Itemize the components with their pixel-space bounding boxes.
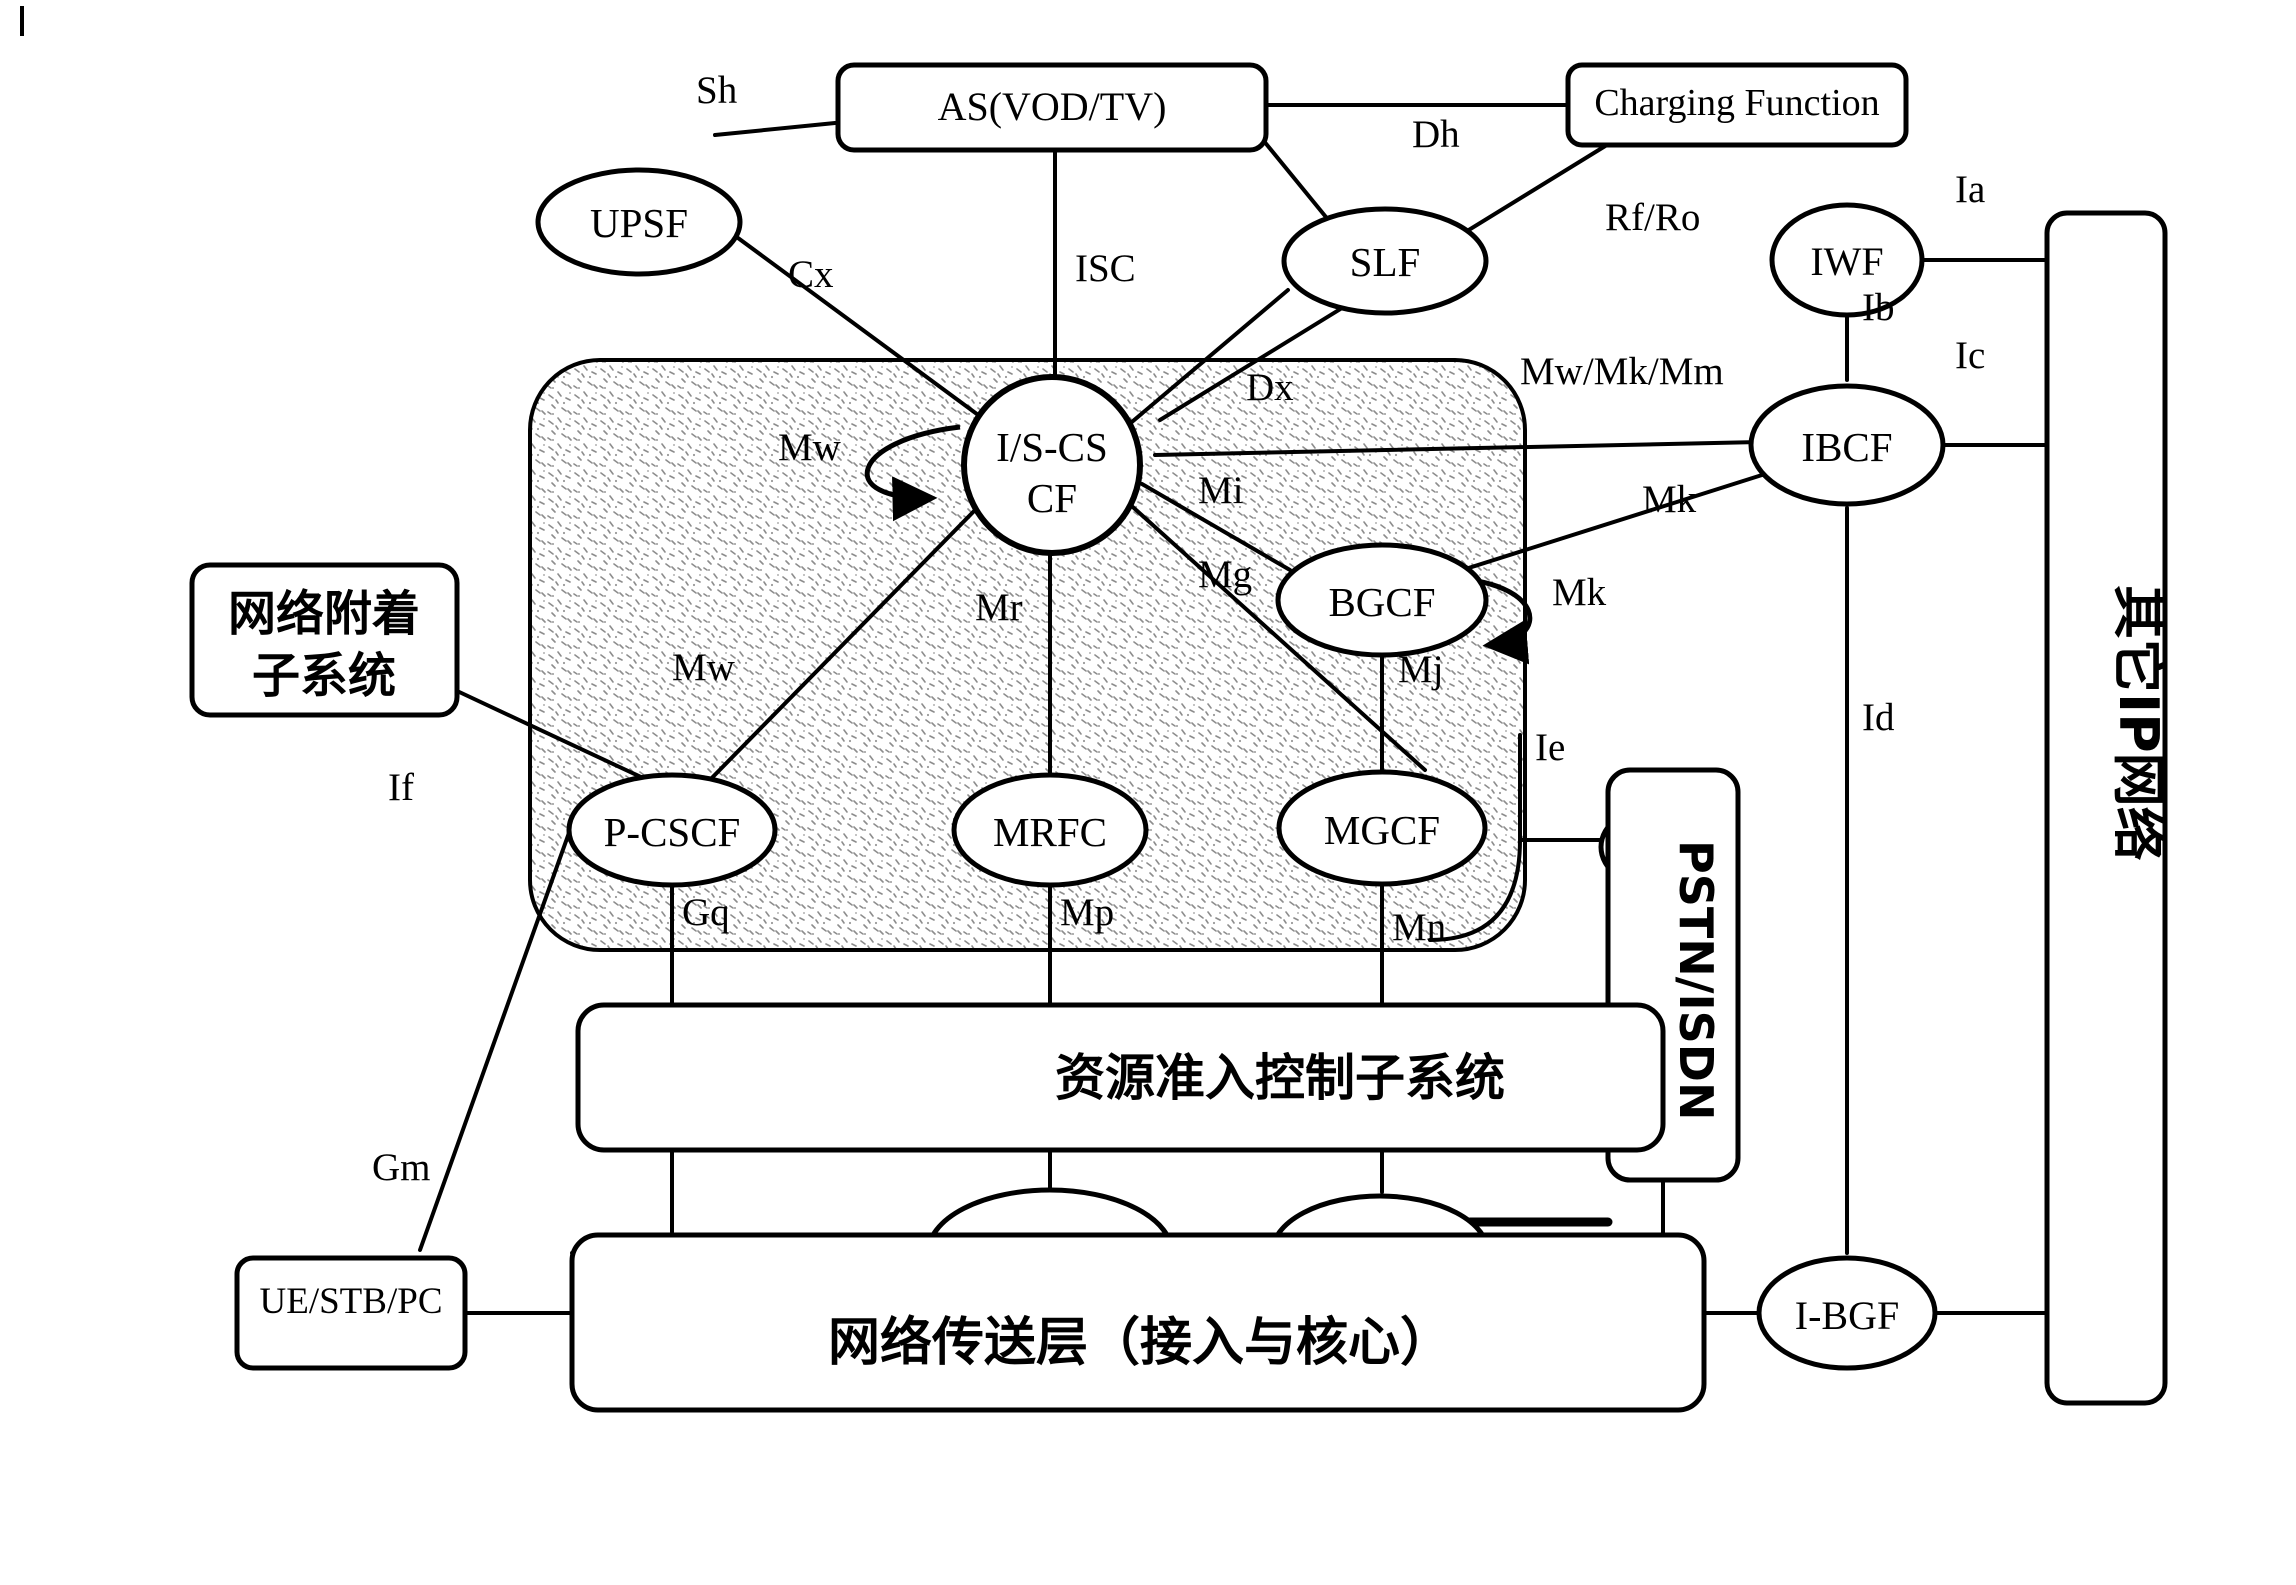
node-p-cscf[interactable]: P-CSCF — [566, 772, 778, 888]
label-mw-mk-mm: Mw/Mk/Mm — [1520, 350, 1724, 393]
label-rf-ro: Rf/Ro — [1605, 196, 1700, 239]
node-ue-stb-pc[interactable]: UE/STB/PC — [234, 1255, 468, 1371]
node-i-s-cscf[interactable]: I/S-CS CF — [961, 374, 1143, 556]
node-bgcf[interactable]: BGCF — [1275, 542, 1489, 658]
node-nass[interactable]: 网络附着 子系统 — [189, 562, 460, 718]
node-mgcf[interactable]: MGCF — [1276, 769, 1488, 887]
node-charging-function[interactable]: Charging Function — [1565, 62, 1909, 148]
label-ia: Ia — [1955, 168, 1985, 211]
scan-corner-mark — [20, 6, 24, 36]
node-racs[interactable]: 资源准入控制子系统 — [575, 1002, 1666, 1153]
node-i-bgf[interactable]: I-BGF — [1756, 1255, 1938, 1371]
link-as-slf — [1261, 138, 1332, 224]
label-dh: Dh — [1412, 113, 1460, 156]
node-slf[interactable]: SLF — [1281, 206, 1489, 316]
label-ic: Ic — [1955, 334, 1985, 377]
label-id: Id — [1862, 696, 1895, 739]
node-transport-layer[interactable]: 网络传送层（接入与核心） — [569, 1232, 1707, 1413]
diagram-canvas: AS(VOD/TV) Charging Function UPSF SLF IW… — [0, 0, 2296, 1585]
label-if: If — [388, 766, 414, 809]
label-gm: Gm — [372, 1146, 431, 1189]
link-gm — [418, 828, 572, 1252]
label-mk-loop: Mk — [1552, 571, 1607, 614]
label-isc: ISC — [1075, 247, 1136, 290]
node-mrfc[interactable]: MRFC — [951, 772, 1149, 888]
link-sh — [713, 121, 837, 137]
node-as-vod-tv[interactable]: AS(VOD/TV) — [835, 62, 1269, 153]
label-ie: Ie — [1535, 726, 1565, 769]
node-upsf[interactable]: UPSF — [535, 167, 743, 277]
label-sh: Sh — [696, 69, 737, 112]
node-ibcf[interactable]: IBCF — [1748, 383, 1946, 507]
node-iwf[interactable]: IWF — [1769, 202, 1925, 318]
node-other-ip-network[interactable]: 其它IP网络 — [2044, 210, 2170, 1406]
